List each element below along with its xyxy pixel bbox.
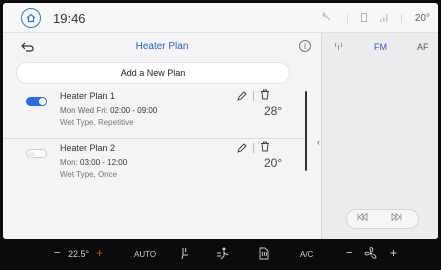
edit-icon[interactable] xyxy=(237,91,247,101)
seek-back-button[interactable] xyxy=(357,212,368,223)
edit-icon[interactable] xyxy=(237,143,247,153)
divider xyxy=(253,91,254,101)
airflow-person-icon xyxy=(217,247,229,260)
status-icons: | | 20° xyxy=(322,12,430,24)
defrost-icon xyxy=(259,247,269,260)
heater-plan-item[interactable]: Heater Plan 1 Mon Wed Fri: 02:00 - 09:00… xyxy=(3,87,303,139)
status-bar: 19:46 | | 20° xyxy=(3,3,438,33)
home-icon xyxy=(26,13,36,23)
delete-icon[interactable] xyxy=(260,89,270,100)
fan-direction-button[interactable] xyxy=(216,247,230,262)
plan-days: Mon: xyxy=(60,158,78,167)
seek-back-icon xyxy=(357,212,368,222)
home-button[interactable] xyxy=(21,8,41,28)
plan-temperature: 20° xyxy=(264,156,283,170)
radio-tabs: FM AF xyxy=(322,33,438,61)
divider xyxy=(253,143,254,153)
seek-controls xyxy=(347,210,418,228)
add-new-plan-button[interactable]: Add a New Plan xyxy=(17,63,289,83)
temperature-setting: 22.5° xyxy=(68,249,90,259)
info-icon: i xyxy=(304,42,306,51)
fan-speed-indicator xyxy=(364,247,378,262)
seat-heat-button[interactable] xyxy=(180,247,189,262)
tab-af[interactable]: AF xyxy=(417,42,429,52)
panel-header: Heater Plan i xyxy=(3,33,321,61)
auto-button[interactable]: AUTO xyxy=(134,250,156,259)
plan-temperature: 28° xyxy=(264,104,283,118)
fan-decrease-button[interactable]: − xyxy=(346,247,352,259)
plan-name: Heater Plan 1 xyxy=(60,91,116,101)
fan-increase-button[interactable]: + xyxy=(390,246,397,260)
temp-decrease-button[interactable]: − xyxy=(54,247,60,259)
info-button[interactable]: i xyxy=(299,40,311,52)
plan-time-range: 02:00 - 09:00 xyxy=(110,106,158,115)
plan-days: Mon Wed Fri: xyxy=(60,106,108,115)
radio-source-icon[interactable] xyxy=(334,42,343,52)
heater-plan-item[interactable]: Heater Plan 2 Mon: 03:00 - 12:00 Wet Typ… xyxy=(3,139,303,191)
temp-increase-button[interactable]: + xyxy=(96,246,103,260)
fan-icon xyxy=(364,247,377,259)
heater-plan-panel: Heater Plan i Add a New Plan Heater Plan… xyxy=(3,33,321,239)
plan-type: Wet Type, Repetitive xyxy=(60,118,134,127)
plan-type: Wet Type, Once xyxy=(60,170,118,179)
status-divider: | xyxy=(346,13,349,23)
infotainment-screen: 19:46 | | 20° Heater Plan i Add a New Pl… xyxy=(3,3,438,239)
signal-icon xyxy=(379,13,389,24)
page-title: Heater Plan xyxy=(135,41,189,52)
climate-bar: − 22.5° + AUTO A/C − + xyxy=(0,239,441,270)
scrollbar[interactable] xyxy=(305,91,307,171)
seek-forward-icon xyxy=(391,212,402,222)
tab-fm[interactable]: FM xyxy=(374,42,387,52)
plan-name: Heater Plan 2 xyxy=(60,143,116,153)
antenna-icon xyxy=(334,42,343,50)
plan-schedule: Mon: 03:00 - 12:00 xyxy=(60,158,127,167)
ac-button[interactable]: A/C xyxy=(300,250,313,259)
seek-forward-button[interactable] xyxy=(391,212,402,223)
plan-enable-toggle[interactable] xyxy=(26,97,47,106)
clock: 19:46 xyxy=(53,11,86,26)
status-divider: | xyxy=(400,13,403,23)
delete-icon[interactable] xyxy=(260,141,270,152)
outside-temperature: 20° xyxy=(414,12,430,24)
plan-time-range: 03:00 - 12:00 xyxy=(80,158,128,167)
rear-defrost-button[interactable] xyxy=(258,247,270,262)
plan-enable-toggle[interactable] xyxy=(26,149,47,158)
seat-heat-icon xyxy=(181,247,188,260)
radio-panel: ‹ FM AF xyxy=(317,33,438,239)
panel-collapse-handle[interactable]: ‹ xyxy=(317,137,320,147)
plan-schedule: Mon Wed Fri: 02:00 - 09:00 xyxy=(60,106,157,115)
sim-icon xyxy=(360,12,367,24)
phone-status-icon xyxy=(322,12,334,24)
